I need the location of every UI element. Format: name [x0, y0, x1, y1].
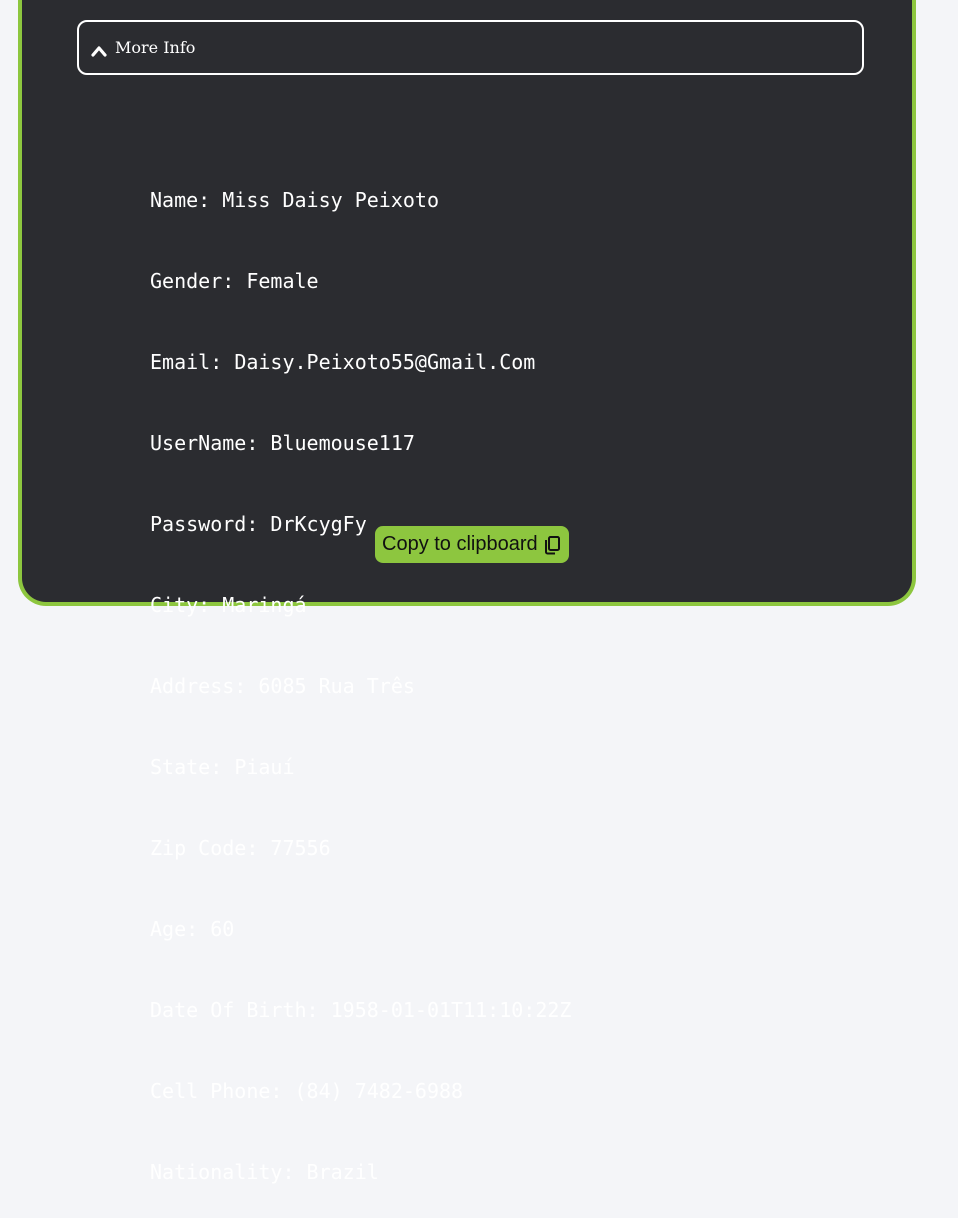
- detail-value: Bluemouse117: [270, 431, 415, 455]
- detail-row-cell-phone: Cell Phone: (84) 7482-6988: [150, 1079, 464, 1103]
- detail-label: State: [150, 755, 211, 779]
- detail-row-address: Address: 6085 Rua Três: [150, 674, 415, 698]
- more-info-toggle[interactable]: More Info: [77, 20, 864, 75]
- detail-label: Email: [150, 350, 211, 374]
- detail-value: Miss Daisy Peixoto: [222, 188, 440, 212]
- detail-value: Maringá: [222, 593, 307, 617]
- detail-value: Daisy.Peixoto55@Gmail.Com: [234, 350, 536, 374]
- detail-row-nationality: Nationality: Brazil: [150, 1160, 379, 1184]
- detail-label: Age: [150, 917, 187, 941]
- copy-to-clipboard-button[interactable]: Copy to clipboard: [375, 526, 569, 563]
- copy-icon: [543, 535, 561, 555]
- detail-value: DrKcygFy: [270, 512, 367, 536]
- detail-row-date-of-birth: Date Of Birth: 1958-01-01T11:10:22Z: [150, 998, 572, 1022]
- detail-label: Date Of Birth: [150, 998, 307, 1022]
- detail-row-username: UserName: Bluemouse117: [150, 431, 415, 455]
- detail-row-name: Name: Miss Daisy Peixoto: [150, 188, 440, 212]
- more-info-label: More Info: [115, 38, 196, 57]
- chevron-up-icon: [91, 42, 107, 57]
- detail-label: Cell Phone: [150, 1079, 271, 1103]
- detail-row-city: City: Maringá: [150, 593, 307, 617]
- detail-label: Gender: [150, 269, 223, 293]
- detail-row-zip-code: Zip Code: 77556: [150, 836, 331, 860]
- detail-value: Brazil: [306, 1160, 379, 1184]
- detail-label: Address: [150, 674, 235, 698]
- detail-value: 6085 Rua Três: [258, 674, 415, 698]
- copy-button-label: Copy to clipboard: [382, 533, 538, 555]
- detail-row-gender: Gender: Female: [150, 269, 319, 293]
- user-details-list: Name: Miss Daisy Peixoto Gender: Female …: [150, 133, 571, 1218]
- detail-label: Nationality: [150, 1160, 283, 1184]
- detail-value: (84) 7482-6988: [294, 1079, 464, 1103]
- detail-label: City: [150, 593, 199, 617]
- detail-label: UserName: [150, 431, 247, 455]
- detail-value: 1958-01-01T11:10:22Z: [330, 998, 572, 1022]
- detail-label: Password: [150, 512, 247, 536]
- detail-value: 77556: [270, 836, 331, 860]
- detail-row-email: Email: Daisy.Peixoto55@Gmail.Com: [150, 350, 536, 374]
- user-info-card: More Info Name: Miss Daisy Peixoto Gende…: [18, 0, 916, 1184]
- detail-label: Zip Code: [150, 836, 247, 860]
- detail-row-state: State: Piauí: [150, 755, 295, 779]
- detail-value: Piauí: [234, 755, 295, 779]
- detail-row-age: Age: 60: [150, 917, 235, 941]
- detail-label: Name: [150, 188, 199, 212]
- detail-value: Female: [246, 269, 319, 293]
- detail-value: 60: [210, 917, 235, 941]
